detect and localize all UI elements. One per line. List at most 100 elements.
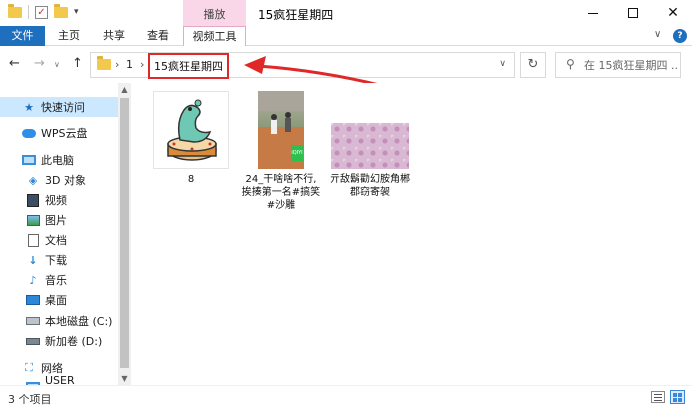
folder-icon — [8, 3, 22, 18]
breadcrumb-item[interactable]: 1 — [126, 58, 133, 71]
sidebar-item-label: 图片 — [45, 214, 67, 227]
sidebar-item-label: USER 2023033 — [45, 374, 75, 385]
scrollbar-thumb[interactable] — [120, 98, 129, 368]
details-view-icon[interactable] — [651, 391, 665, 403]
breadcrumb-separator[interactable]: › — [115, 58, 119, 71]
context-tab-group: 播放 — [183, 0, 246, 26]
sidebar-scrollbar[interactable]: ▲ ▼ — [118, 83, 131, 385]
sidebar-item-label: 快速访问 — [41, 101, 85, 114]
scroll-down-icon[interactable]: ▼ — [118, 374, 131, 383]
sidebar-item-label: 下载 — [45, 254, 67, 267]
file-name: 24_干啥啥不行, 挨揍第一名#搞笑#沙雕 — [241, 174, 321, 211]
pc-icon-wrap — [22, 153, 36, 167]
forward-button[interactable]: → — [34, 56, 45, 71]
tab-video-tools[interactable]: 视频工具 — [183, 26, 246, 46]
cube-icon: ◈ — [28, 173, 38, 187]
customize-toolbar-icon[interactable]: ▾ — [74, 7, 79, 17]
file-item[interactable]: 8 — [151, 91, 231, 186]
annotation-arrowhead — [244, 56, 266, 74]
back-button[interactable]: ← — [9, 56, 20, 71]
cloud-icon — [22, 128, 36, 138]
sidebar-item-label: 音乐 — [45, 274, 67, 287]
pattern-thumbnail — [331, 123, 409, 169]
tab-file[interactable]: 文件 — [0, 26, 45, 46]
navigation-pane: ★ 快速访问 WPS云盘 此电脑 ◈ 3D 对象 视频 图片 文档 ↓ 下载 ♪… — [0, 83, 118, 385]
sidebar-item-quick-access[interactable]: ★ 快速访问 — [0, 97, 118, 117]
dinosaur-drum-image — [167, 99, 217, 161]
document-icon-wrap — [26, 233, 40, 247]
document-icon — [27, 233, 39, 247]
download-icon: ↓ — [28, 253, 38, 267]
drive-c-icon — [26, 317, 40, 325]
close-button[interactable]: ✕ — [656, 0, 690, 26]
file-item[interactable]: iQIYI 24_干啥啥不行, 挨揍第一名#搞笑#沙雕 — [241, 91, 321, 212]
sidebar-item-3d-objects[interactable]: ◈ 3D 对象 — [0, 170, 118, 190]
minimize-icon — [588, 12, 598, 14]
maximize-button[interactable] — [616, 0, 650, 26]
video-thumbnail: iQIYI — [258, 91, 304, 169]
tab-share[interactable]: 共享 — [97, 26, 131, 46]
sidebar-item-this-pc[interactable]: 此电脑 — [0, 150, 118, 170]
status-bar: 3 个项目 — [0, 385, 692, 408]
sidebar-item-label: 桌面 — [45, 294, 67, 307]
desktop-icon — [26, 295, 40, 305]
picture-icon-wrap — [26, 213, 40, 227]
tab-home[interactable]: 主页 — [52, 26, 86, 46]
breadcrumb-separator[interactable]: › — [140, 58, 144, 71]
item-count: 3 个项目 — [8, 393, 52, 406]
sidebar-item-label: 3D 对象 — [45, 174, 86, 187]
film-icon-wrap — [26, 193, 40, 207]
large-icons-view-icon[interactable] — [670, 390, 685, 404]
new-folder-icon[interactable] — [54, 3, 68, 18]
sidebar-item-documents[interactable]: 文档 — [0, 230, 118, 250]
refresh-button[interactable]: ↻ — [520, 52, 546, 78]
sidebar-item-videos[interactable]: 视频 — [0, 190, 118, 210]
recent-locations-button[interactable]: ∨ — [54, 60, 60, 69]
search-input[interactable] — [584, 54, 678, 76]
quick-access-toolbar: ✓ ▾ — [8, 3, 79, 19]
breadcrumb-current[interactable]: 15疯狂星期四 — [148, 53, 229, 79]
sidebar-item-label: 本地磁盘 (C:) — [45, 315, 113, 328]
maximize-icon — [628, 8, 638, 18]
sidebar-item-drive-d[interactable]: 新加卷 (D:) — [0, 331, 118, 351]
sidebar-item-label: 此电脑 — [41, 154, 74, 167]
minimize-button[interactable] — [576, 0, 610, 26]
sidebar-item-label: 视频 — [45, 194, 67, 207]
sidebar-item-label: 新加卷 (D:) — [45, 335, 103, 348]
cloud-icon-wrap — [22, 126, 36, 140]
drive-d-icon-wrap — [26, 334, 40, 348]
folder-icon — [97, 56, 111, 70]
sidebar-item-wps-cloud[interactable]: WPS云盘 — [0, 123, 118, 143]
expand-ribbon-icon[interactable]: ∨ — [654, 29, 661, 40]
title-bar: ✓ ▾ 播放 15疯狂星期四 ✕ — [0, 0, 692, 26]
scroll-up-icon[interactable]: ▲ — [118, 85, 131, 94]
film-icon — [27, 193, 39, 207]
sidebar-item-label: 文档 — [45, 234, 67, 247]
sidebar-item-desktop[interactable]: 桌面 — [0, 290, 118, 310]
sidebar-item-user-computer[interactable]: USER 2023033 — [0, 374, 118, 385]
properties-icon[interactable]: ✓ — [35, 5, 48, 19]
picture-icon — [26, 214, 40, 226]
sidebar-item-music[interactable]: ♪ 音乐 — [0, 270, 118, 290]
sidebar-item-pictures[interactable]: 图片 — [0, 210, 118, 230]
context-tab-group-label: 播放 — [203, 8, 226, 21]
up-button[interactable]: ↑ — [72, 56, 83, 71]
desktop-icon-wrap — [26, 293, 40, 307]
pc-icon — [22, 155, 36, 165]
sidebar-item-downloads[interactable]: ↓ 下载 — [0, 250, 118, 270]
file-item[interactable]: 亓敌鬍勸幻胺角郴郡窃寄袈 — [330, 91, 410, 199]
search-box[interactable]: ⚲ — [555, 52, 681, 78]
chevron-down-icon[interactable]: ∨ — [499, 59, 506, 69]
iqiyi-logo: iQIYI — [291, 145, 303, 161]
divider — [28, 5, 29, 19]
tab-view[interactable]: 查看 — [141, 26, 175, 46]
help-icon[interactable]: ? — [673, 29, 687, 43]
drive-c-icon-wrap — [26, 314, 40, 328]
file-name: 8 — [187, 174, 195, 185]
sidebar-item-label: WPS云盘 — [41, 127, 88, 140]
file-thumbnail — [153, 91, 229, 169]
sidebar-item-drive-c[interactable]: 本地磁盘 (C:) — [0, 311, 118, 331]
music-icon: ♪ — [29, 273, 37, 287]
star-icon: ★ — [24, 100, 34, 114]
explorer-window: ✓ ▾ 播放 15疯狂星期四 ✕ 文件 主页 共享 查看 视频工具 ∨ ? ← … — [0, 0, 692, 408]
